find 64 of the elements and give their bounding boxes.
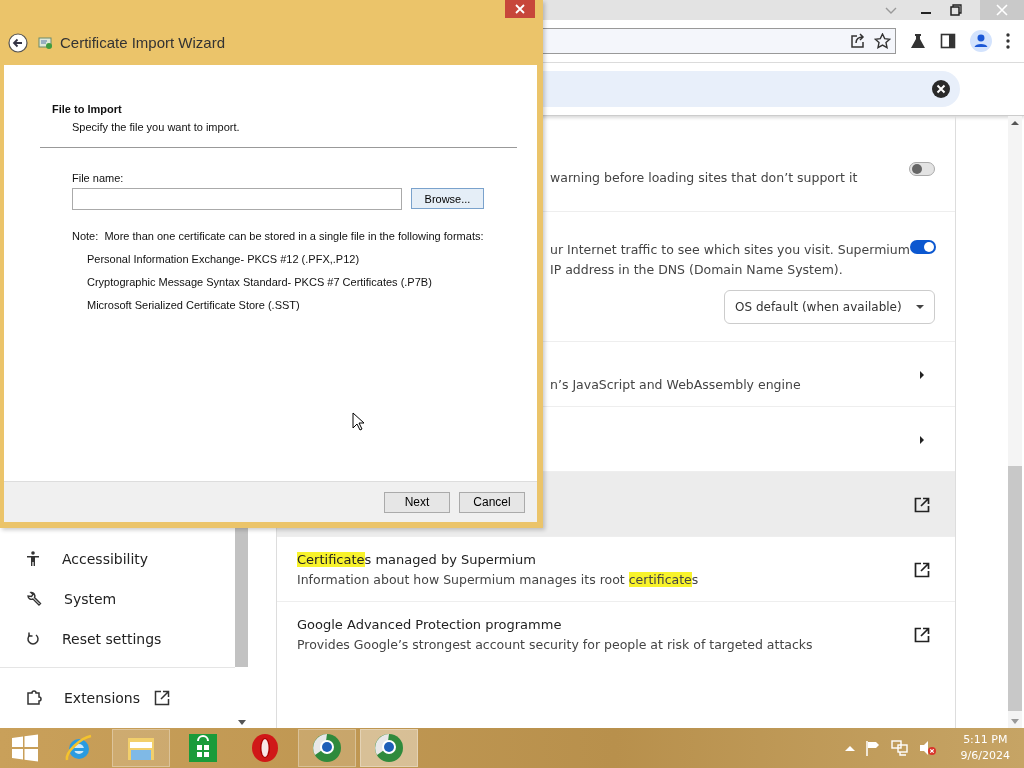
accessibility-icon (26, 551, 40, 567)
close-icon (515, 4, 525, 14)
certificate-icon (38, 34, 54, 51)
setting-title: Certificates managed by Supermium (297, 550, 538, 569)
arrow-right-icon[interactable] (919, 434, 925, 445)
setting-description: Information about how Supermium manages its root certificates (297, 570, 700, 589)
format-item: Microsoft Serialized Certificate Store (.SST) (87, 299, 301, 311)
external-link-icon[interactable] (914, 626, 930, 643)
window-title: Certificate Import Wizard (60, 34, 226, 51)
format-item: Cryptographic Message Syntax Standard- PKCS #7 Certificates (.P7B) (87, 276, 433, 288)
caret-up-icon[interactable] (844, 745, 855, 751)
setting-description: warning before loading sites that don’t support it (550, 169, 859, 187)
menu-icon[interactable] (1006, 33, 1010, 49)
taskbar-app[interactable] (360, 729, 418, 767)
star-icon[interactable] (874, 33, 892, 49)
toggle-switch[interactable] (909, 162, 935, 176)
setting-description: Provides Google’s strongest account security for people at risk of targeted attacks (297, 635, 814, 654)
taskbar-app[interactable] (298, 729, 356, 767)
arrow-right-icon[interactable] (919, 369, 925, 380)
close-button[interactable] (505, 0, 535, 18)
dialog-button[interactable]: Next (384, 491, 450, 513)
setting-description: ur Internet traffic to see which sites you visit. Supermium (550, 241, 910, 259)
mouse-pointer-icon (352, 412, 364, 431)
dropdown[interactable]: OS default (when available) (724, 290, 935, 324)
file-name-field[interactable] (72, 188, 402, 210)
note-text: Note: More than one certificate can be stored in a single file in the following formats: (72, 230, 485, 242)
external-link-icon[interactable] (914, 561, 930, 578)
format-item: Personal Information Exchange- PKCS #12 (.PFX,.P12) (87, 253, 361, 265)
sidebar-item[interactable]: System (0, 579, 235, 619)
external-link-icon[interactable] (914, 496, 930, 513)
share-icon[interactable] (850, 33, 867, 49)
scroll-down-icon[interactable] (237, 720, 246, 726)
clear-icon[interactable] (932, 80, 950, 98)
setting-title: Google Advanced Protection programme (297, 615, 563, 634)
restore-icon[interactable] (950, 4, 962, 16)
setting-description: IP address in the DNS (Domain Name System). (550, 261, 844, 279)
caret-down-icon (916, 304, 924, 310)
page-heading: File to Import (52, 103, 123, 115)
sphere-icon (311, 732, 343, 764)
puzzle-icon (26, 690, 42, 706)
flask-icon[interactable] (910, 33, 927, 49)
wrench-icon (26, 591, 42, 607)
setting-description: n’s JavaScript and WebAssembly engine (550, 375, 802, 394)
reset-icon (26, 631, 40, 647)
sidebar-item[interactable]: Extensions (0, 678, 235, 718)
page-subheading: Specify the file you want to import. (72, 121, 241, 133)
sidebar-item[interactable]: Accessibility (0, 539, 235, 579)
scroll-up-icon[interactable] (1011, 120, 1019, 126)
side-panel-icon[interactable] (940, 33, 957, 49)
toggle-switch[interactable] (909, 240, 936, 254)
sidebar-item[interactable]: Reset settings (0, 619, 235, 659)
browse-button[interactable]: Browse... (411, 188, 484, 209)
windows-logo-icon (11, 734, 39, 762)
store-icon (188, 733, 218, 763)
speaker-muted-icon[interactable] (918, 740, 937, 756)
close-icon (996, 4, 1008, 16)
dialog-button[interactable]: Cancel (459, 491, 525, 513)
scrollbar[interactable] (1008, 116, 1022, 728)
field-label: File name: (72, 172, 125, 184)
ring-icon (250, 733, 280, 763)
back-icon[interactable] (8, 32, 28, 53)
flag-icon[interactable] (864, 740, 881, 756)
profile-icon[interactable] (970, 30, 992, 52)
sphere-icon (373, 732, 405, 764)
